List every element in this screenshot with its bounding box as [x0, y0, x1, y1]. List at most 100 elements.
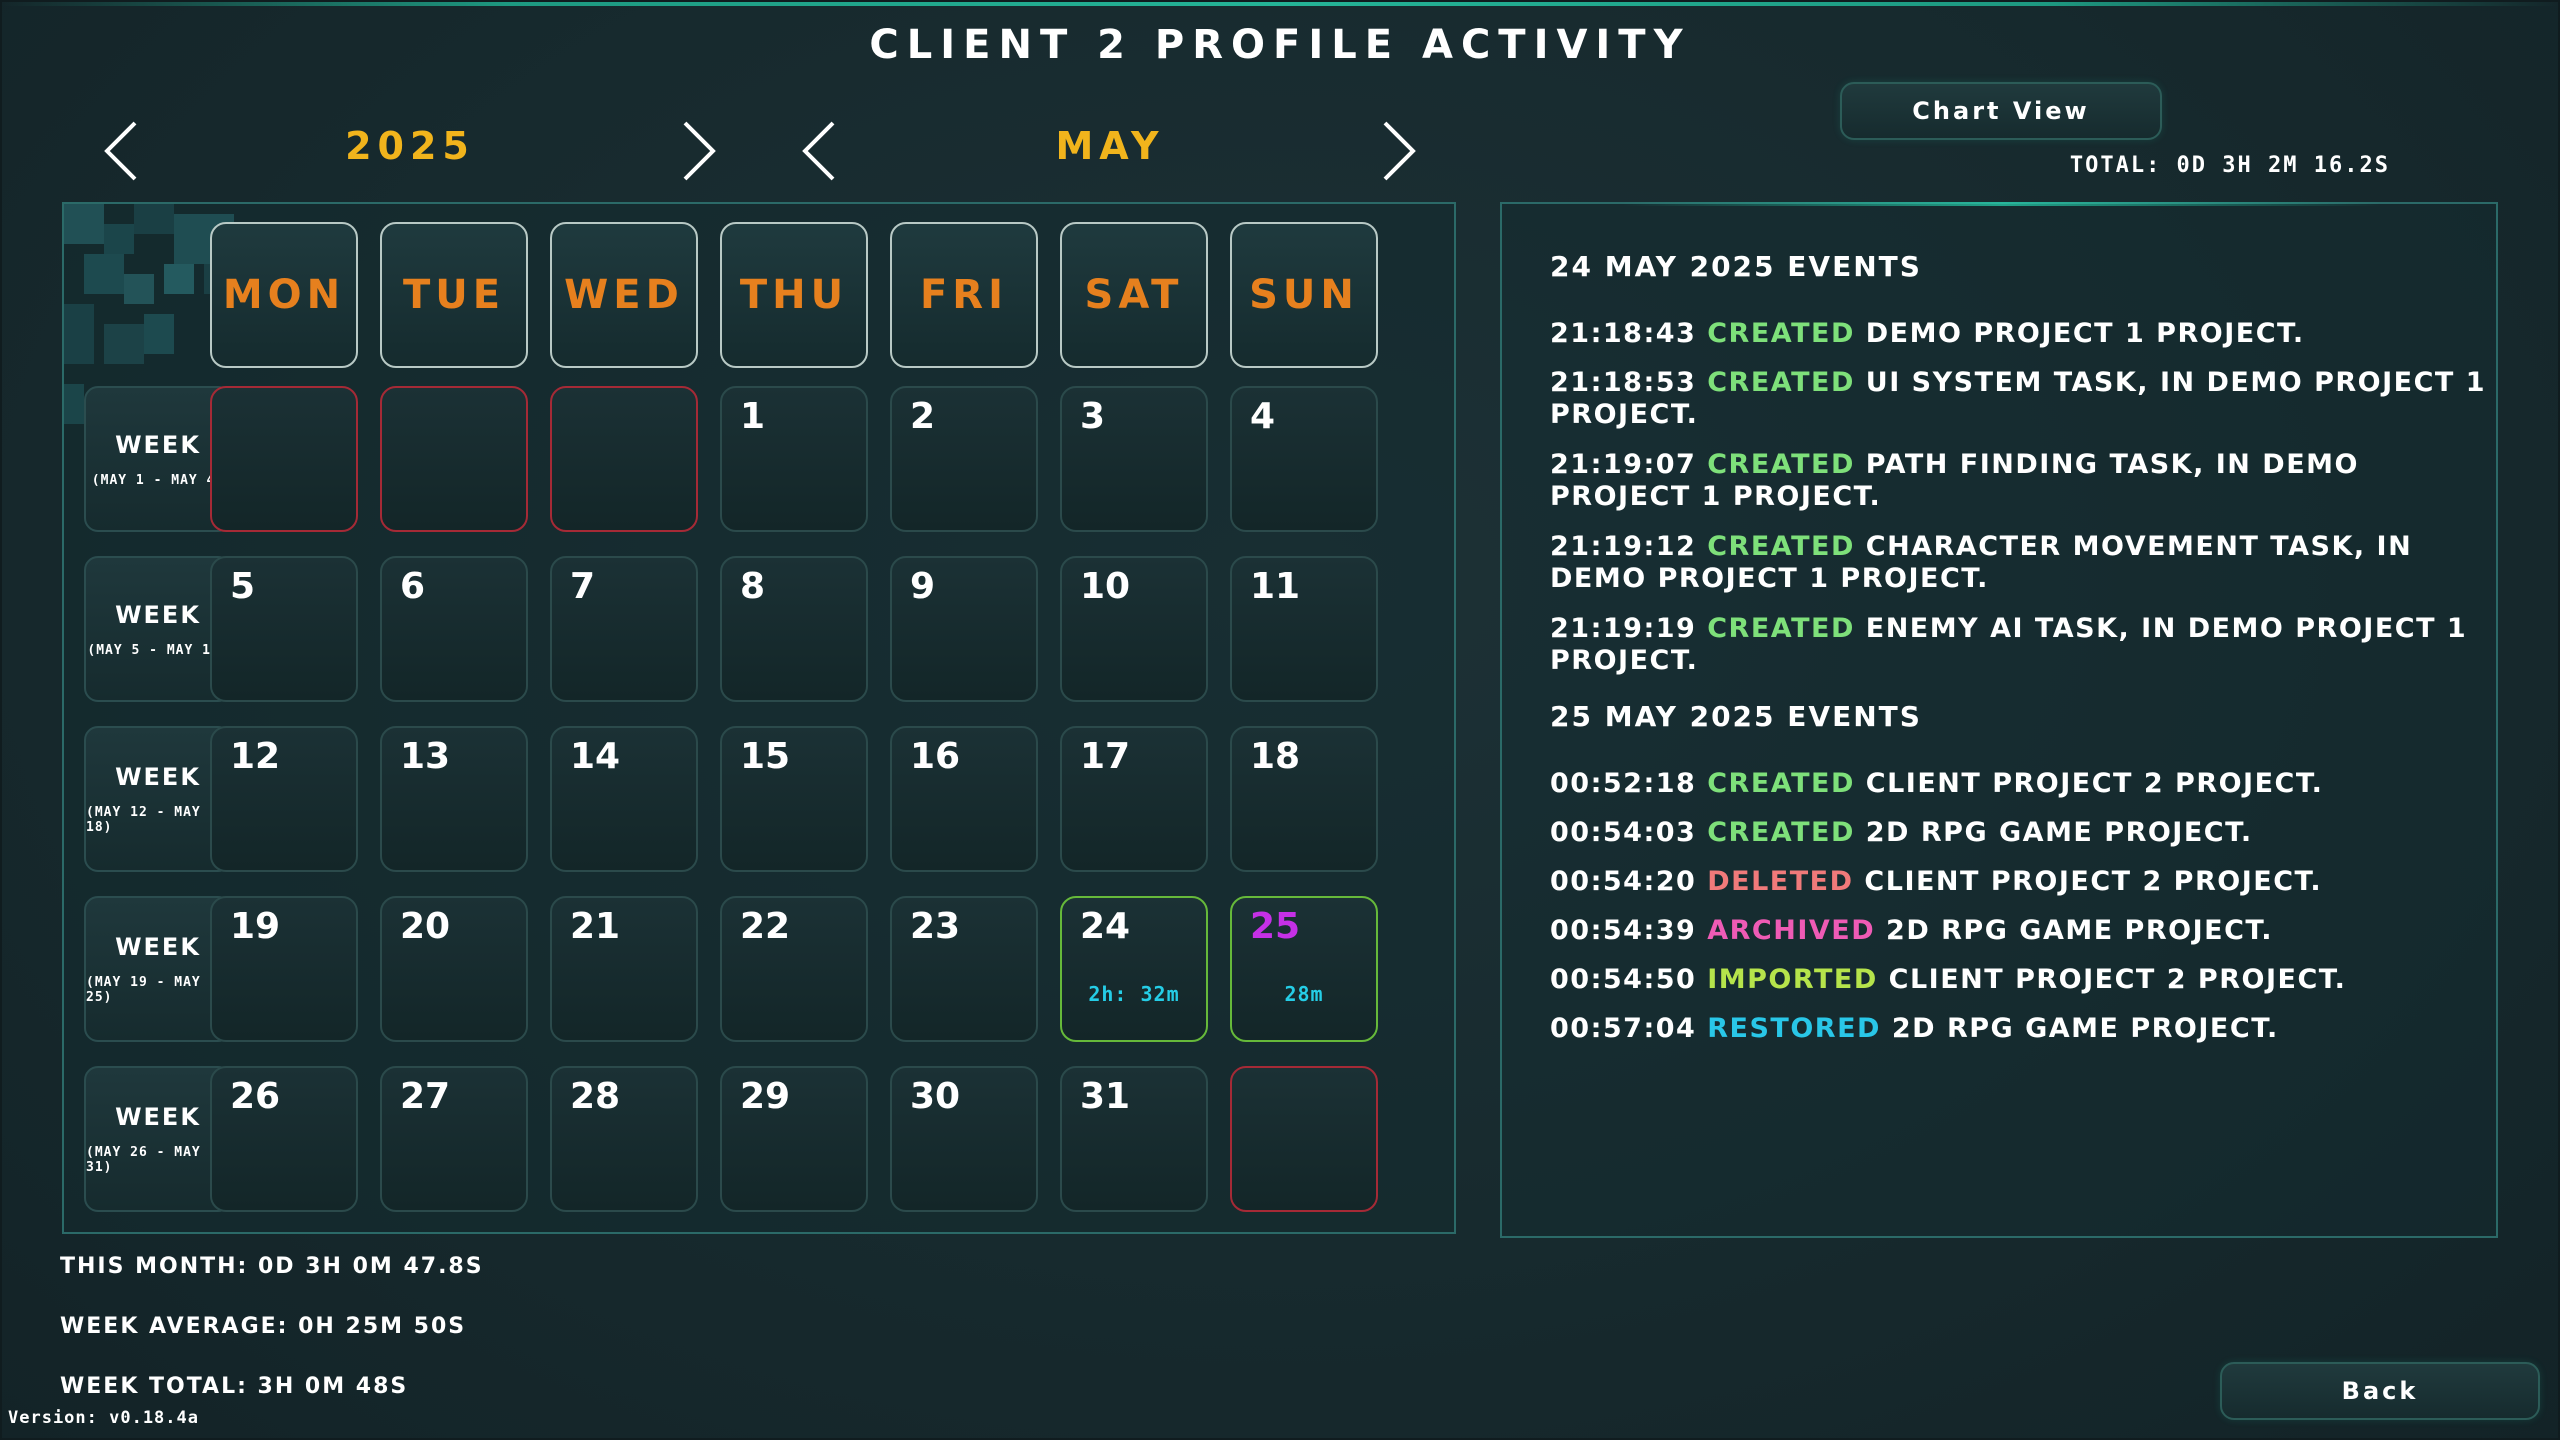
- chart-view-button[interactable]: Chart View: [1840, 82, 2162, 140]
- event-item: 00:54:50 Imported Client Project 2 proje…: [1550, 964, 2490, 996]
- week-title: WEEK: [115, 1103, 201, 1131]
- back-button[interactable]: Back: [2220, 1362, 2540, 1420]
- week-total-stat: Week total: 3h 0m 48s: [60, 1374, 409, 1399]
- day-cell-25[interactable]: 25 28m: [1230, 896, 1378, 1042]
- day-cell-20[interactable]: 20: [380, 896, 528, 1042]
- event-time: 21:19:19: [1550, 613, 1697, 644]
- week-title: WEEK: [115, 600, 201, 629]
- day-cell-10[interactable]: 10: [1060, 556, 1208, 702]
- day-header-tue: TUE: [380, 222, 528, 368]
- day-number: 10: [1080, 566, 1131, 607]
- year-label: 2025: [345, 124, 475, 168]
- this-month-stat: This month: 0d 3h 0m 47.8s: [60, 1254, 484, 1279]
- event-time: 00:52:18: [1550, 768, 1697, 799]
- event-item: 21:18:43 Created Demo Project 1 project.: [1550, 318, 2490, 350]
- day-number: 5: [230, 566, 256, 607]
- event-action: Imported: [1707, 964, 1878, 995]
- day-number: 30: [910, 1076, 961, 1117]
- event-item: 21:19:12 Created Character Movement task…: [1550, 531, 2490, 595]
- day-number: 7: [570, 566, 596, 607]
- day-cell-4[interactable]: 4: [1230, 386, 1378, 532]
- day-cell-27[interactable]: 27: [380, 1066, 528, 1212]
- chevron-left-icon: [802, 121, 835, 181]
- day-cell-empty: [550, 386, 698, 532]
- day-cell-17[interactable]: 17: [1060, 726, 1208, 872]
- total-time: TOTAL: 0d 3h 2m 16.2s: [2069, 153, 2390, 178]
- day-cell-15[interactable]: 15: [720, 726, 868, 872]
- day-cell-empty: [380, 386, 528, 532]
- day-cell-3[interactable]: 3: [1060, 386, 1208, 532]
- panel-glow: [1622, 202, 2382, 206]
- event-action: Deleted: [1707, 866, 1854, 897]
- event-time: 00:54:39: [1550, 915, 1697, 946]
- day-number: 14: [570, 736, 621, 777]
- event-action: Created: [1707, 318, 1855, 349]
- day-cell-31[interactable]: 31: [1060, 1066, 1208, 1212]
- event-text: 2D RPG Game project.: [1886, 915, 2273, 946]
- day-cell-26[interactable]: 26: [210, 1066, 358, 1212]
- day-number: 26: [230, 1076, 281, 1117]
- day-cell-12[interactable]: 12: [210, 726, 358, 872]
- day-number: 3: [1080, 396, 1106, 437]
- day-cell-empty: [1230, 1066, 1378, 1212]
- next-year-button[interactable]: [664, 116, 734, 186]
- day-number: 2: [910, 396, 936, 437]
- day-cell-30[interactable]: 30: [890, 1066, 1038, 1212]
- day-cell-11[interactable]: 11: [1230, 556, 1378, 702]
- event-item: 21:19:19 Created Enemy AI task, in Demo …: [1550, 613, 2490, 677]
- prev-month-button[interactable]: [784, 116, 854, 186]
- chevron-right-icon: [683, 121, 716, 181]
- event-time: 00:54:50: [1550, 964, 1697, 995]
- month-label: MAY: [1055, 124, 1165, 168]
- week-range: (May 1 - May 4): [91, 472, 225, 488]
- event-time: 21:19:07: [1550, 449, 1697, 480]
- day-cell-7[interactable]: 7: [550, 556, 698, 702]
- day-cell-8[interactable]: 8: [720, 556, 868, 702]
- day-cell-16[interactable]: 16: [890, 726, 1038, 872]
- day-cell-empty: [210, 386, 358, 532]
- day-duration: 28m: [1284, 982, 1324, 1006]
- day-number: 19: [230, 906, 281, 947]
- day-cell-2[interactable]: 2: [890, 386, 1038, 532]
- day-number: 23: [910, 906, 961, 947]
- day-number: 17: [1080, 736, 1131, 777]
- day-cell-13[interactable]: 13: [380, 726, 528, 872]
- day-cell-22[interactable]: 22: [720, 896, 868, 1042]
- day-cell-5[interactable]: 5: [210, 556, 358, 702]
- day-cell-23[interactable]: 23: [890, 896, 1038, 1042]
- event-item: 00:54:03 Created 2D RPG Game project.: [1550, 817, 2490, 849]
- day-cell-29[interactable]: 29: [720, 1066, 868, 1212]
- day-number: 4: [1250, 396, 1276, 437]
- day-number: 16: [910, 736, 961, 777]
- day-cell-21[interactable]: 21: [550, 896, 698, 1042]
- week-range: (May 12 - May 18): [86, 805, 201, 835]
- calendar-grid: MON TUE WED THU FRI SAT SUN WEEK (May 1 - May 4)…: [62, 202, 1456, 1234]
- next-month-button[interactable]: [1364, 116, 1434, 186]
- day-number: 13: [400, 736, 451, 777]
- event-text: Client Project 2 project.: [1888, 964, 2347, 995]
- day-header-fri: FRI: [890, 222, 1038, 368]
- event-action: Created: [1707, 613, 1855, 644]
- event-action: Created: [1707, 768, 1855, 799]
- day-header-sun: SUN: [1230, 222, 1378, 368]
- day-number: 24: [1080, 906, 1131, 947]
- day-number: 6: [400, 566, 426, 607]
- day-cell-9[interactable]: 9: [890, 556, 1038, 702]
- event-action: Archived: [1707, 915, 1876, 946]
- event-item: 00:57:04 Restored 2D RPG Game project.: [1550, 1013, 2490, 1045]
- day-number: 15: [740, 736, 791, 777]
- day-cell-18[interactable]: 18: [1230, 726, 1378, 872]
- day-cell-19[interactable]: 19: [210, 896, 358, 1042]
- event-item: 21:19:07 Created Path Finding task, in D…: [1550, 449, 2490, 513]
- prev-year-button[interactable]: [86, 116, 156, 186]
- week-range: (May 5 - May 11): [87, 642, 229, 658]
- day-cell-14[interactable]: 14: [550, 726, 698, 872]
- day-cell-1[interactable]: 1: [720, 386, 868, 532]
- event-item: 00:54:39 Archived 2D RPG Game project.: [1550, 915, 2490, 947]
- event-item: 00:52:18 Created Client Project 2 projec…: [1550, 768, 2490, 800]
- day-cell-28[interactable]: 28: [550, 1066, 698, 1212]
- day-cell-24[interactable]: 24 2h: 32m: [1060, 896, 1208, 1042]
- day-cell-6[interactable]: 6: [380, 556, 528, 702]
- day-number: 8: [740, 566, 766, 607]
- day-number: 18: [1250, 736, 1301, 777]
